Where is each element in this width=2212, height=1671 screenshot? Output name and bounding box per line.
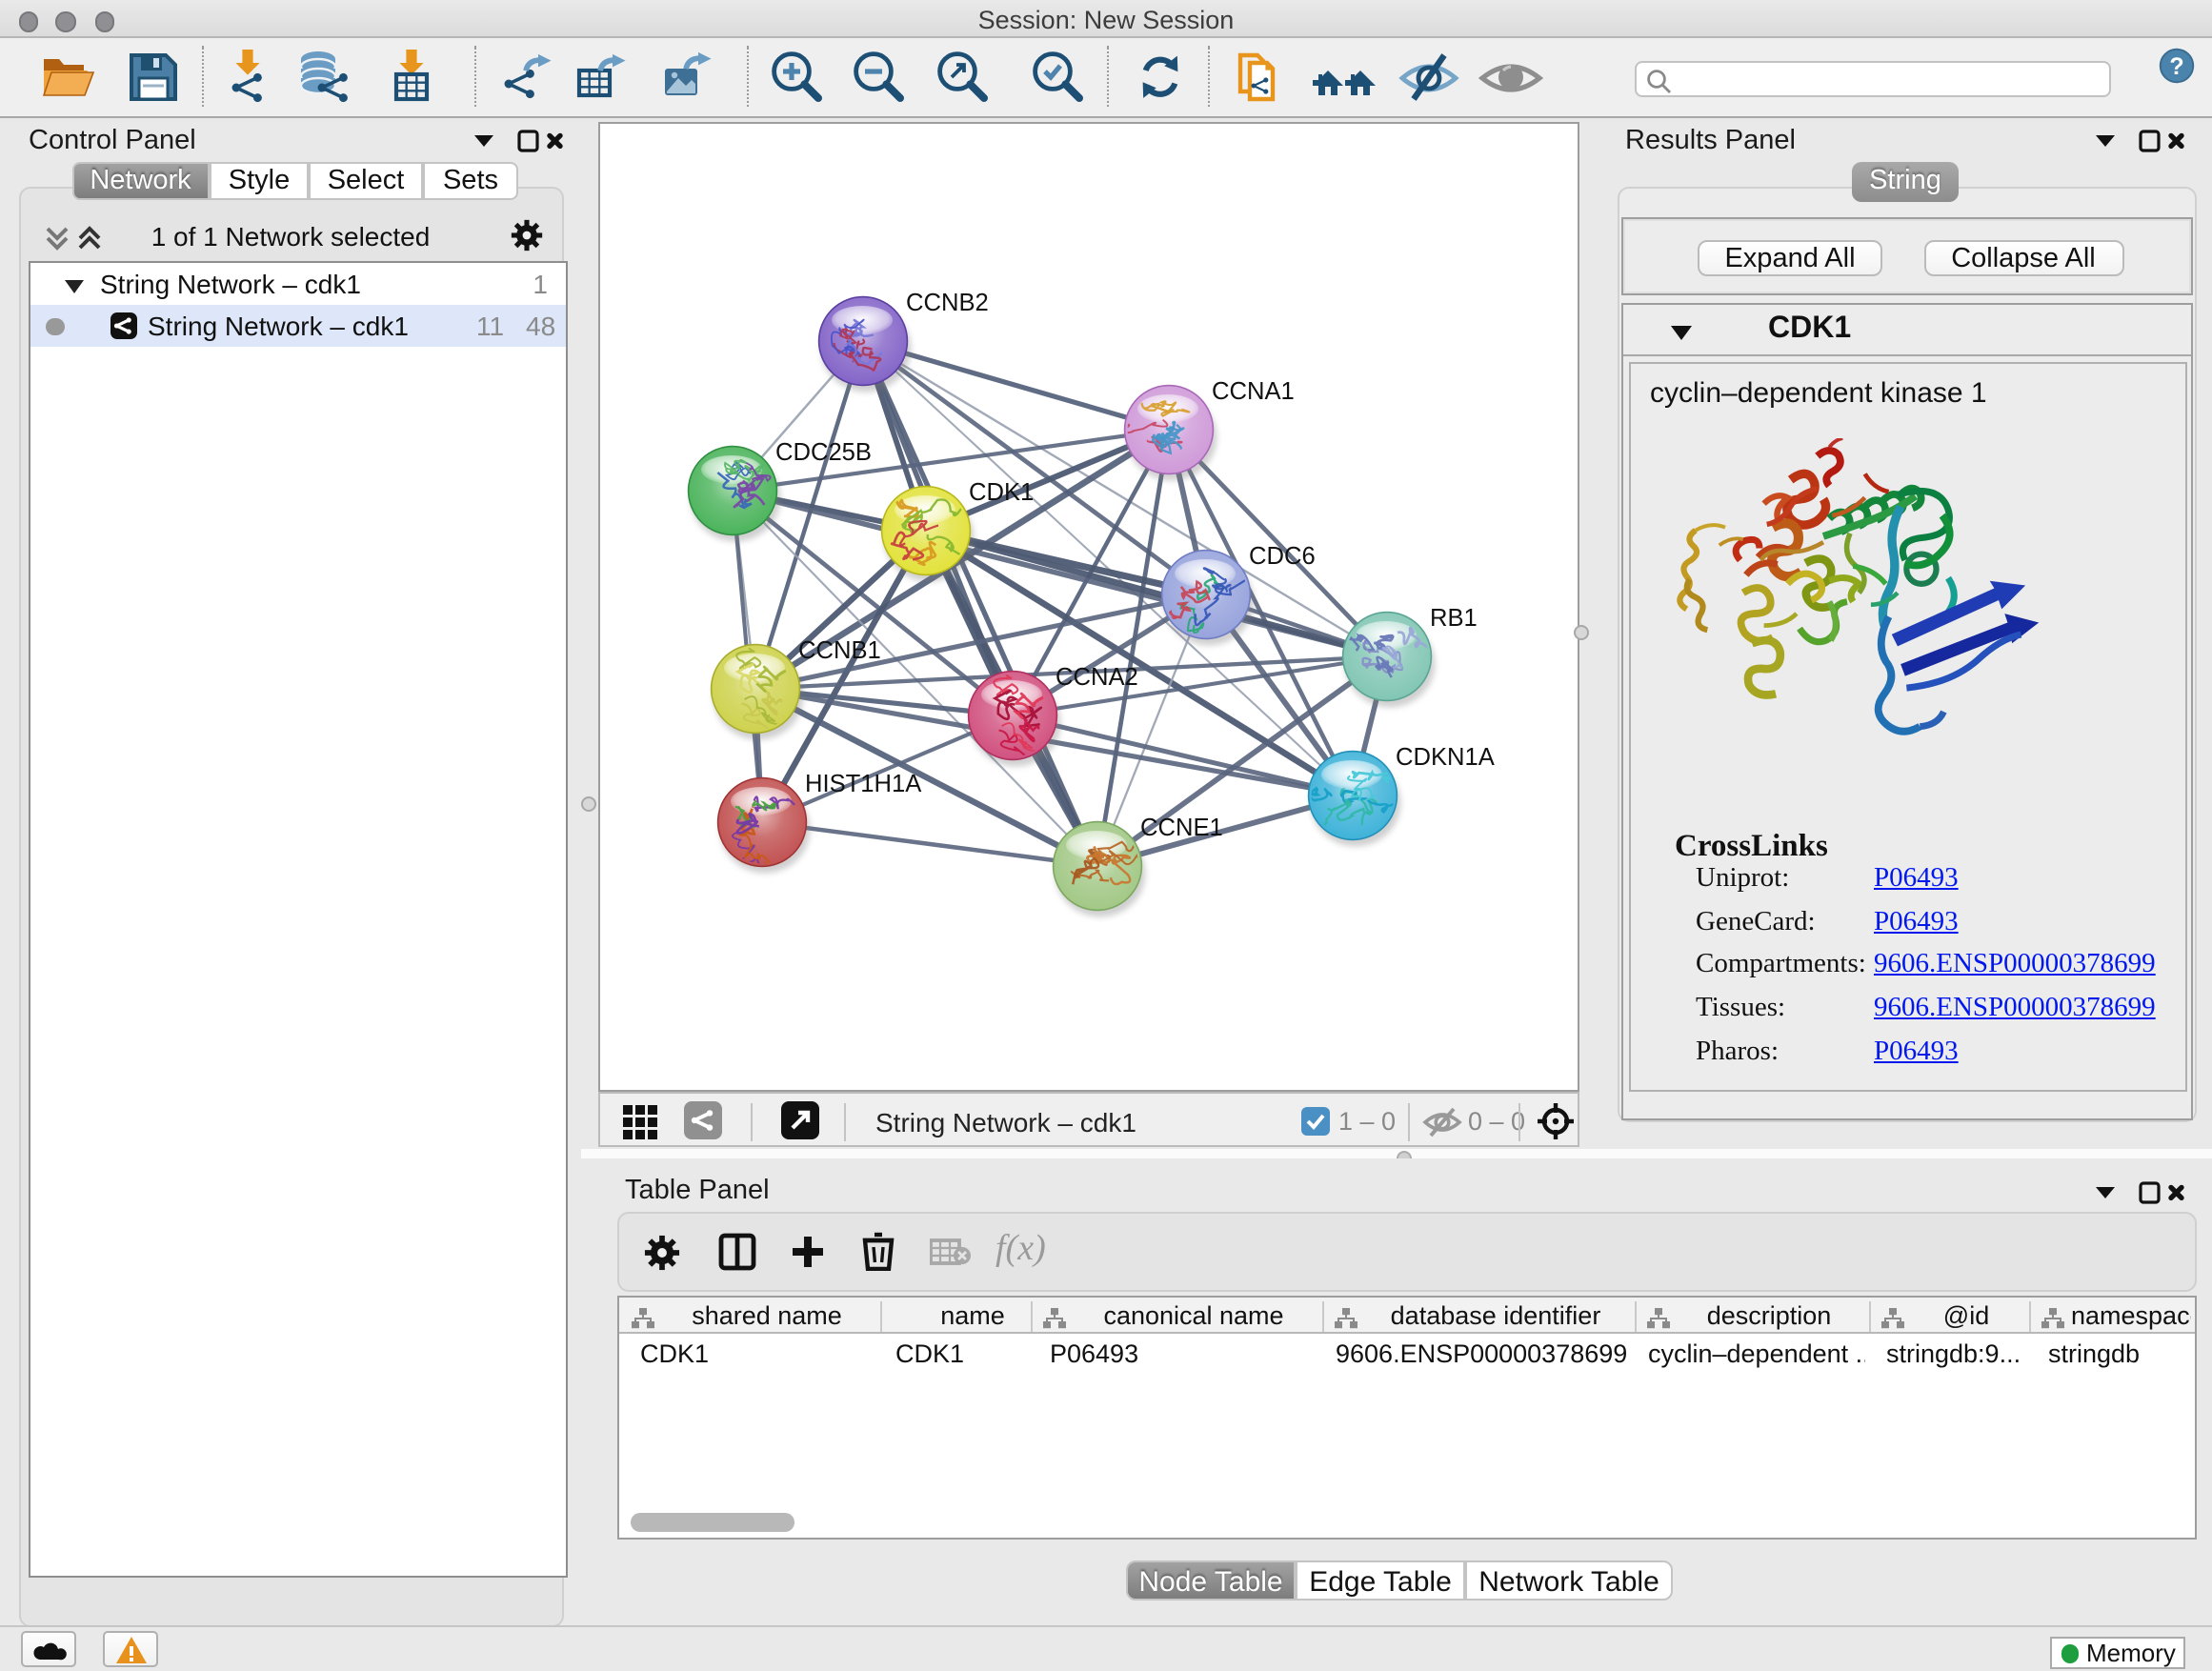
svg-text:CDK1: CDK1 [968, 478, 1033, 505]
svg-text:CCNB1: CCNB1 [797, 636, 880, 663]
svg-text:?: ? [2169, 52, 2183, 79]
svg-text:CCNE1: CCNE1 [1139, 814, 1222, 840]
svg-text:RB1: RB1 [1429, 604, 1477, 631]
svg-text:CCNB2: CCNB2 [905, 289, 988, 315]
svg-text:CDC25B: CDC25B [774, 438, 871, 465]
svg-text:CDC6: CDC6 [1248, 542, 1315, 569]
svg-text:CCNA1: CCNA1 [1211, 377, 1294, 404]
svg-text:CDKN1A: CDKN1A [1395, 743, 1495, 770]
svg-text:CCNA2: CCNA2 [1055, 663, 1137, 690]
svg-text:HIST1H1A: HIST1H1A [804, 770, 921, 796]
